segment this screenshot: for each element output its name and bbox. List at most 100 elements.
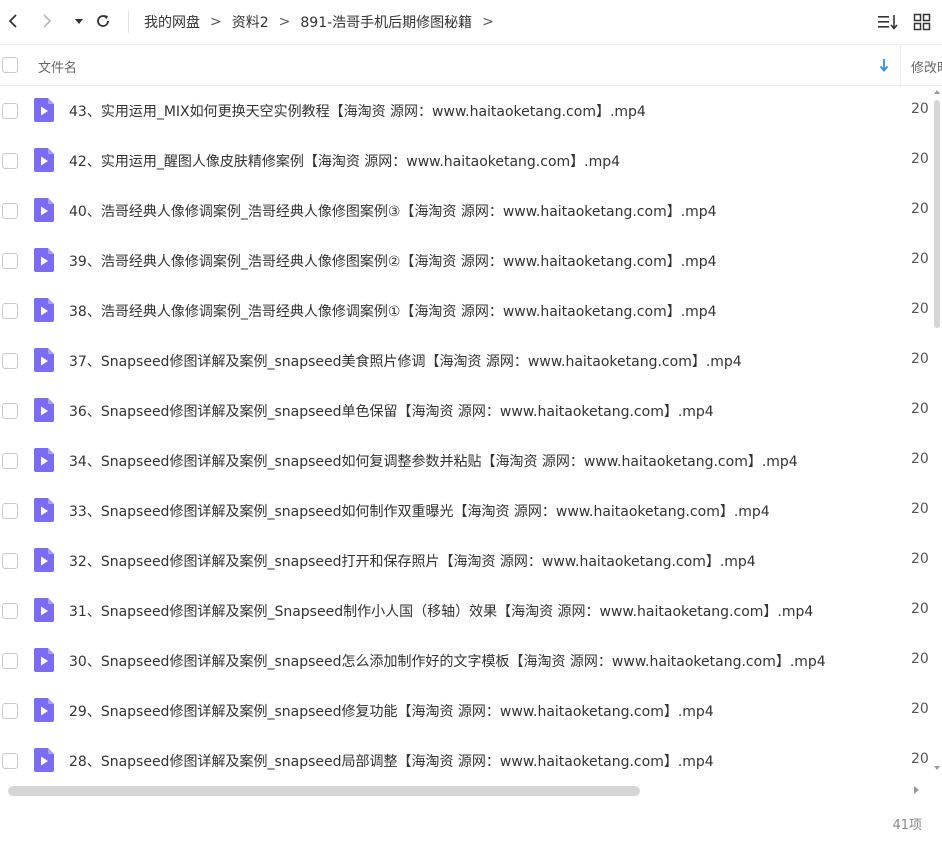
toolbar: 我的网盘 > 资料2 > 891-浩哥手机后期修图秘籍 >: [0, 0, 942, 44]
file-name: 38、浩哥经典人像修调案例_浩哥经典人像修调案例①【海淘资 源网：www.hai…: [69, 304, 717, 320]
refresh-button[interactable]: [92, 8, 114, 34]
column-header-name[interactable]: 文件名: [38, 57, 77, 76]
list-header: 文件名 修改时间: [0, 44, 942, 86]
file-modified-date: 20: [911, 451, 929, 467]
row-checkbox[interactable]: [2, 753, 18, 769]
sort-down-arrow-icon[interactable]: [878, 57, 890, 73]
file-name: 33、Snapseed修图详解及案例_snapseed如何制作双重曝光【海淘资 …: [69, 504, 770, 520]
row-checkbox[interactable]: [2, 553, 18, 569]
row-checkbox[interactable]: [2, 203, 18, 219]
vertical-scrollbar[interactable]: [930, 86, 942, 774]
video-file-icon: [34, 548, 54, 572]
breadcrumb-item-folder[interactable]: 资料2: [232, 12, 269, 32]
file-name: 42、实用运用_醒图人像皮肤精修案例【海淘资 源网：www.haitaoketa…: [69, 154, 621, 170]
file-row[interactable]: 43、实用运用_MIX如何更换天空实例教程【海淘资 源网：www.haitaok…: [0, 86, 930, 136]
forward-button[interactable]: [36, 8, 58, 34]
chevron-right-icon: [43, 14, 52, 28]
vertical-scrollbar-thumb[interactable]: [934, 100, 940, 328]
view-mode-button[interactable]: [910, 11, 934, 33]
video-file-icon: [34, 698, 54, 722]
file-row[interactable]: 39、浩哥经典人像修调案例_浩哥经典人像修图案例②【海淘资 源网：www.hai…: [0, 236, 930, 286]
grid-view-icon: [913, 13, 931, 31]
video-file-icon: [34, 298, 54, 322]
row-checkbox[interactable]: [2, 353, 18, 369]
file-modified-date: 20: [911, 301, 929, 317]
row-checkbox[interactable]: [2, 303, 18, 319]
file-modified-date: 20: [911, 701, 929, 717]
row-checkbox[interactable]: [2, 453, 18, 469]
video-file-icon: [34, 498, 54, 522]
scroll-right-arrow-icon[interactable]: [912, 785, 920, 795]
file-row[interactable]: 40、浩哥经典人像修调案例_浩哥经典人像修图案例③【海淘资 源网：www.hai…: [0, 186, 930, 236]
select-all-checkbox[interactable]: [2, 57, 18, 73]
file-modified-date: 20: [911, 101, 929, 117]
file-row[interactable]: 28、Snapseed修图详解及案例_snapseed局部调整【海淘资 源网：w…: [0, 736, 930, 786]
file-name: 34、Snapseed修图详解及案例_snapseed如何复调整参数并粘贴【海淘…: [69, 454, 798, 470]
file-name: 37、Snapseed修图详解及案例_snapseed美食照片修调【海淘资 源网…: [69, 354, 742, 370]
refresh-icon: [97, 15, 109, 27]
file-modified-date: 20: [911, 551, 929, 567]
column-header-modified[interactable]: 修改时间: [911, 57, 942, 76]
file-row[interactable]: 42、实用运用_醒图人像皮肤精修案例【海淘资 源网：www.haitaoketa…: [0, 136, 930, 186]
file-row[interactable]: 38、浩哥经典人像修调案例_浩哥经典人像修调案例①【海淘资 源网：www.hai…: [0, 286, 930, 336]
row-checkbox[interactable]: [2, 503, 18, 519]
breadcrumb-item-current[interactable]: 891-浩哥手机后期修图秘籍: [300, 12, 472, 32]
breadcrumb-separator: >: [278, 14, 291, 30]
scroll-up-arrow-icon[interactable]: [933, 88, 941, 96]
toolbar-divider: [128, 11, 129, 33]
row-checkbox[interactable]: [2, 253, 18, 269]
file-modified-date: 20: [911, 251, 929, 267]
horizontal-scrollbar-thumb[interactable]: [8, 786, 640, 796]
back-button[interactable]: [2, 8, 24, 34]
video-file-icon: [34, 98, 54, 122]
breadcrumb: 我的网盘 > 资料2 > 891-浩哥手机后期修图秘籍 >: [144, 0, 504, 44]
video-file-icon: [34, 448, 54, 472]
video-file-icon: [34, 348, 54, 372]
caret-down-icon: [75, 19, 83, 24]
file-modified-date: 20: [911, 501, 929, 517]
column-divider[interactable]: [900, 45, 901, 85]
file-name: 31、Snapseed修图详解及案例_Snapseed制作小人国（移轴）效果【海…: [69, 604, 814, 620]
file-row[interactable]: 31、Snapseed修图详解及案例_Snapseed制作小人国（移轴）效果【海…: [0, 586, 930, 636]
file-name: 40、浩哥经典人像修调案例_浩哥经典人像修图案例③【海淘资 源网：www.hai…: [69, 204, 717, 220]
item-count: 41项: [892, 818, 922, 833]
video-file-icon: [34, 248, 54, 272]
video-file-icon: [34, 598, 54, 622]
file-row[interactable]: 36、Snapseed修图详解及案例_snapseed单色保留【海淘资 源网：w…: [0, 386, 930, 436]
row-checkbox[interactable]: [2, 603, 18, 619]
file-row[interactable]: 29、Snapseed修图详解及案例_snapseed修复功能【海淘资 源网：w…: [0, 686, 930, 736]
breadcrumb-separator: >: [482, 14, 494, 30]
file-modified-date: 20: [911, 401, 929, 417]
video-file-icon: [34, 398, 54, 422]
file-modified-date: 20: [911, 151, 929, 167]
file-name: 28、Snapseed修图详解及案例_snapseed局部调整【海淘资 源网：w…: [69, 754, 714, 770]
file-row[interactable]: 32、Snapseed修图详解及案例_snapseed打开和保存照片【海淘资 源…: [0, 536, 930, 586]
file-list: 43、实用运用_MIX如何更换天空实例教程【海淘资 源网：www.haitaok…: [0, 86, 930, 786]
chevron-left-icon: [8, 14, 17, 28]
file-modified-date: 20: [911, 651, 929, 667]
row-checkbox[interactable]: [2, 403, 18, 419]
row-checkbox[interactable]: [2, 103, 18, 119]
file-modified-date: 20: [911, 601, 929, 617]
history-dropdown[interactable]: [68, 8, 90, 34]
scroll-down-arrow-icon[interactable]: [933, 764, 941, 772]
horizontal-scrollbar[interactable]: [0, 782, 930, 798]
file-row[interactable]: 37、Snapseed修图详解及案例_snapseed美食照片修调【海淘资 源网…: [0, 336, 930, 386]
breadcrumb-item-root[interactable]: 我的网盘: [144, 12, 200, 32]
file-row[interactable]: 30、Snapseed修图详解及案例_snapseed怎么添加制作好的文字模板【…: [0, 636, 930, 686]
file-row[interactable]: 33、Snapseed修图详解及案例_snapseed如何制作双重曝光【海淘资 …: [0, 486, 930, 536]
file-name: 39、浩哥经典人像修调案例_浩哥经典人像修图案例②【海淘资 源网：www.hai…: [69, 254, 717, 270]
sort-button[interactable]: [876, 11, 900, 33]
row-checkbox[interactable]: [2, 153, 18, 169]
file-row[interactable]: 34、Snapseed修图详解及案例_snapseed如何复调整参数并粘贴【海淘…: [0, 436, 930, 486]
file-name: 36、Snapseed修图详解及案例_snapseed单色保留【海淘资 源网：w…: [69, 404, 714, 420]
video-file-icon: [34, 748, 54, 772]
file-name: 29、Snapseed修图详解及案例_snapseed修复功能【海淘资 源网：w…: [69, 704, 714, 720]
row-checkbox[interactable]: [2, 703, 18, 719]
file-name: 32、Snapseed修图详解及案例_snapseed打开和保存照片【海淘资 源…: [69, 554, 756, 570]
breadcrumb-separator: >: [210, 14, 222, 30]
file-modified-date: 20: [911, 751, 929, 767]
file-name: 30、Snapseed修图详解及案例_snapseed怎么添加制作好的文字模板【…: [69, 654, 826, 670]
row-checkbox[interactable]: [2, 653, 18, 669]
file-name: 43、实用运用_MIX如何更换天空实例教程【海淘资 源网：www.haitaok…: [69, 104, 646, 120]
